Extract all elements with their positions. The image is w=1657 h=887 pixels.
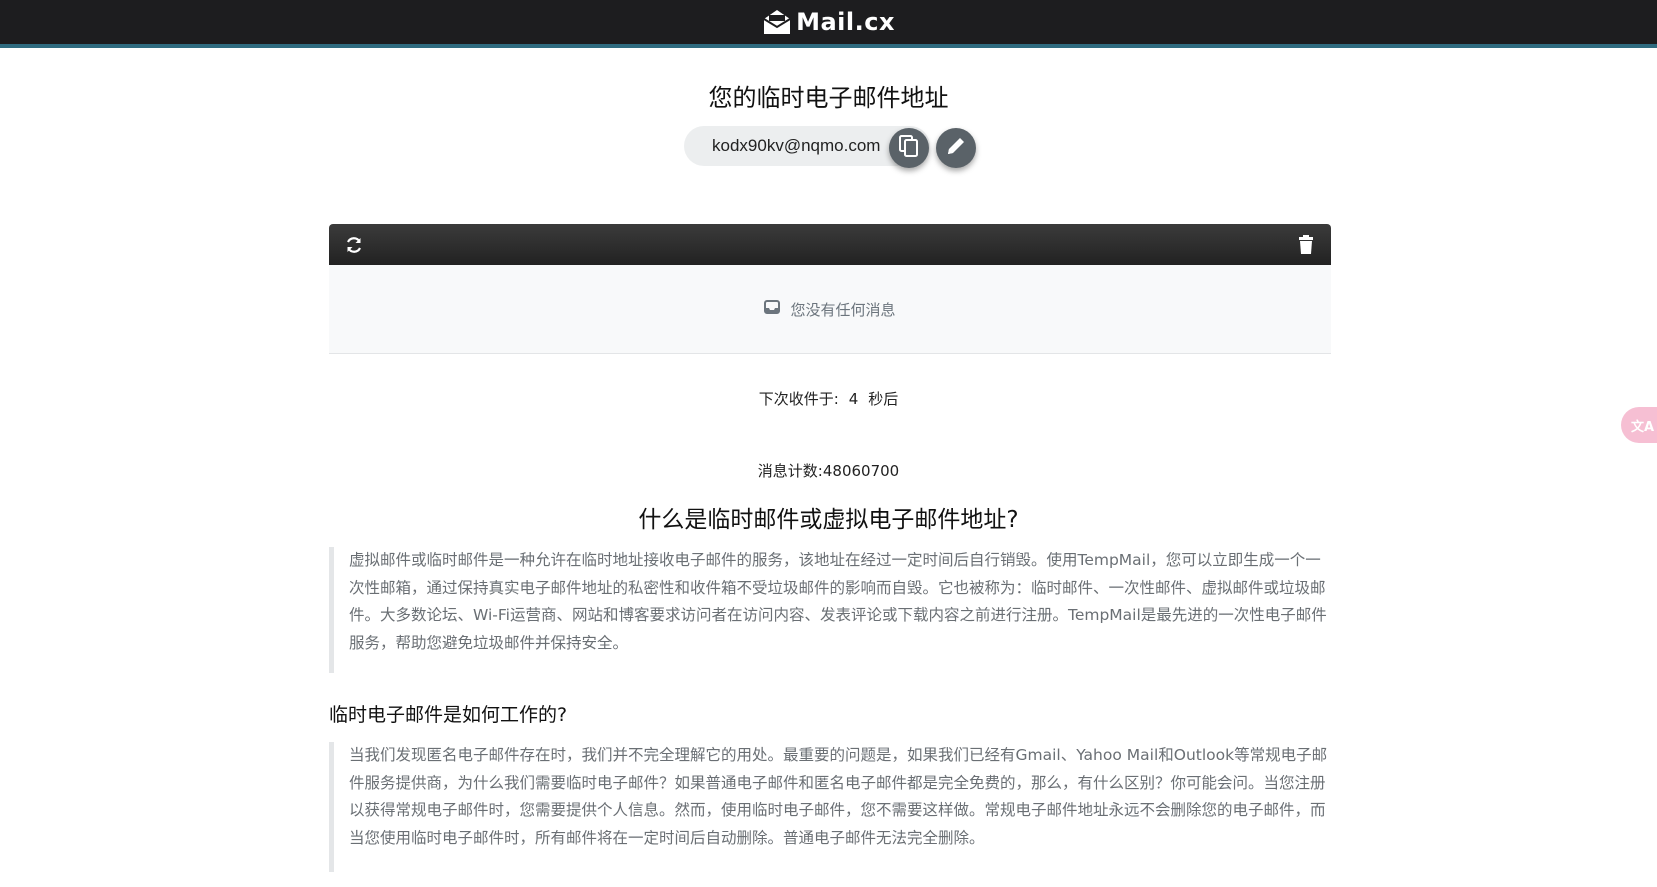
- pencil-icon: [945, 135, 967, 161]
- email-address-text: kodx90kv@nqmo.com: [712, 136, 881, 155]
- translate-button[interactable]: 文A: [1621, 407, 1657, 443]
- empty-inbox-message: 您没有任何消息: [329, 265, 1331, 354]
- inbox-icon: [764, 299, 781, 319]
- next-fetch-prefix: 下次收件于:: [758, 390, 839, 408]
- inbox-panel: 您没有任何消息: [329, 224, 1331, 354]
- translate-icon: 文A: [1631, 419, 1655, 435]
- edit-button[interactable]: [936, 128, 976, 168]
- next-fetch-countdown: 下次收件于: 4 秒后: [0, 388, 1657, 409]
- message-count: 消息计数:48060700: [757, 462, 900, 480]
- site-logo[interactable]: Mail.cx: [762, 8, 895, 36]
- email-address-group: kodx90kv@nqmo.com: [684, 126, 976, 168]
- page-title: 您的临时电子邮件地址: [708, 84, 949, 112]
- copy-button[interactable]: [889, 128, 929, 168]
- refresh-icon[interactable]: [343, 234, 365, 256]
- copy-icon: [898, 134, 920, 162]
- next-fetch-suffix: 秒后: [868, 390, 899, 408]
- logo-text: Mail.cx: [796, 8, 895, 36]
- article-heading: 什么是临时邮件或虚拟电子邮件地址?: [638, 507, 1019, 533]
- trash-icon[interactable]: [1295, 234, 1317, 256]
- empty-inbox-text: 您没有任何消息: [790, 300, 896, 319]
- article-paragraph-1: 虚拟邮件或临时邮件是一种允许在临时地址接收电子邮件的服务，该地址在经过一定时间后…: [329, 547, 1331, 673]
- article-subheading: 临时电子邮件是如何工作的?: [329, 704, 568, 726]
- top-navbar: Mail.cx: [0, 0, 1657, 48]
- next-fetch-seconds: 4: [848, 390, 859, 408]
- article-paragraph-2: 当我们发现匿名电子邮件存在时，我们并不完全理解它的用处。最重要的问题是，如果我们…: [329, 742, 1331, 872]
- inbox-toolbar: [329, 224, 1331, 265]
- envelope-open-icon: [762, 8, 792, 36]
